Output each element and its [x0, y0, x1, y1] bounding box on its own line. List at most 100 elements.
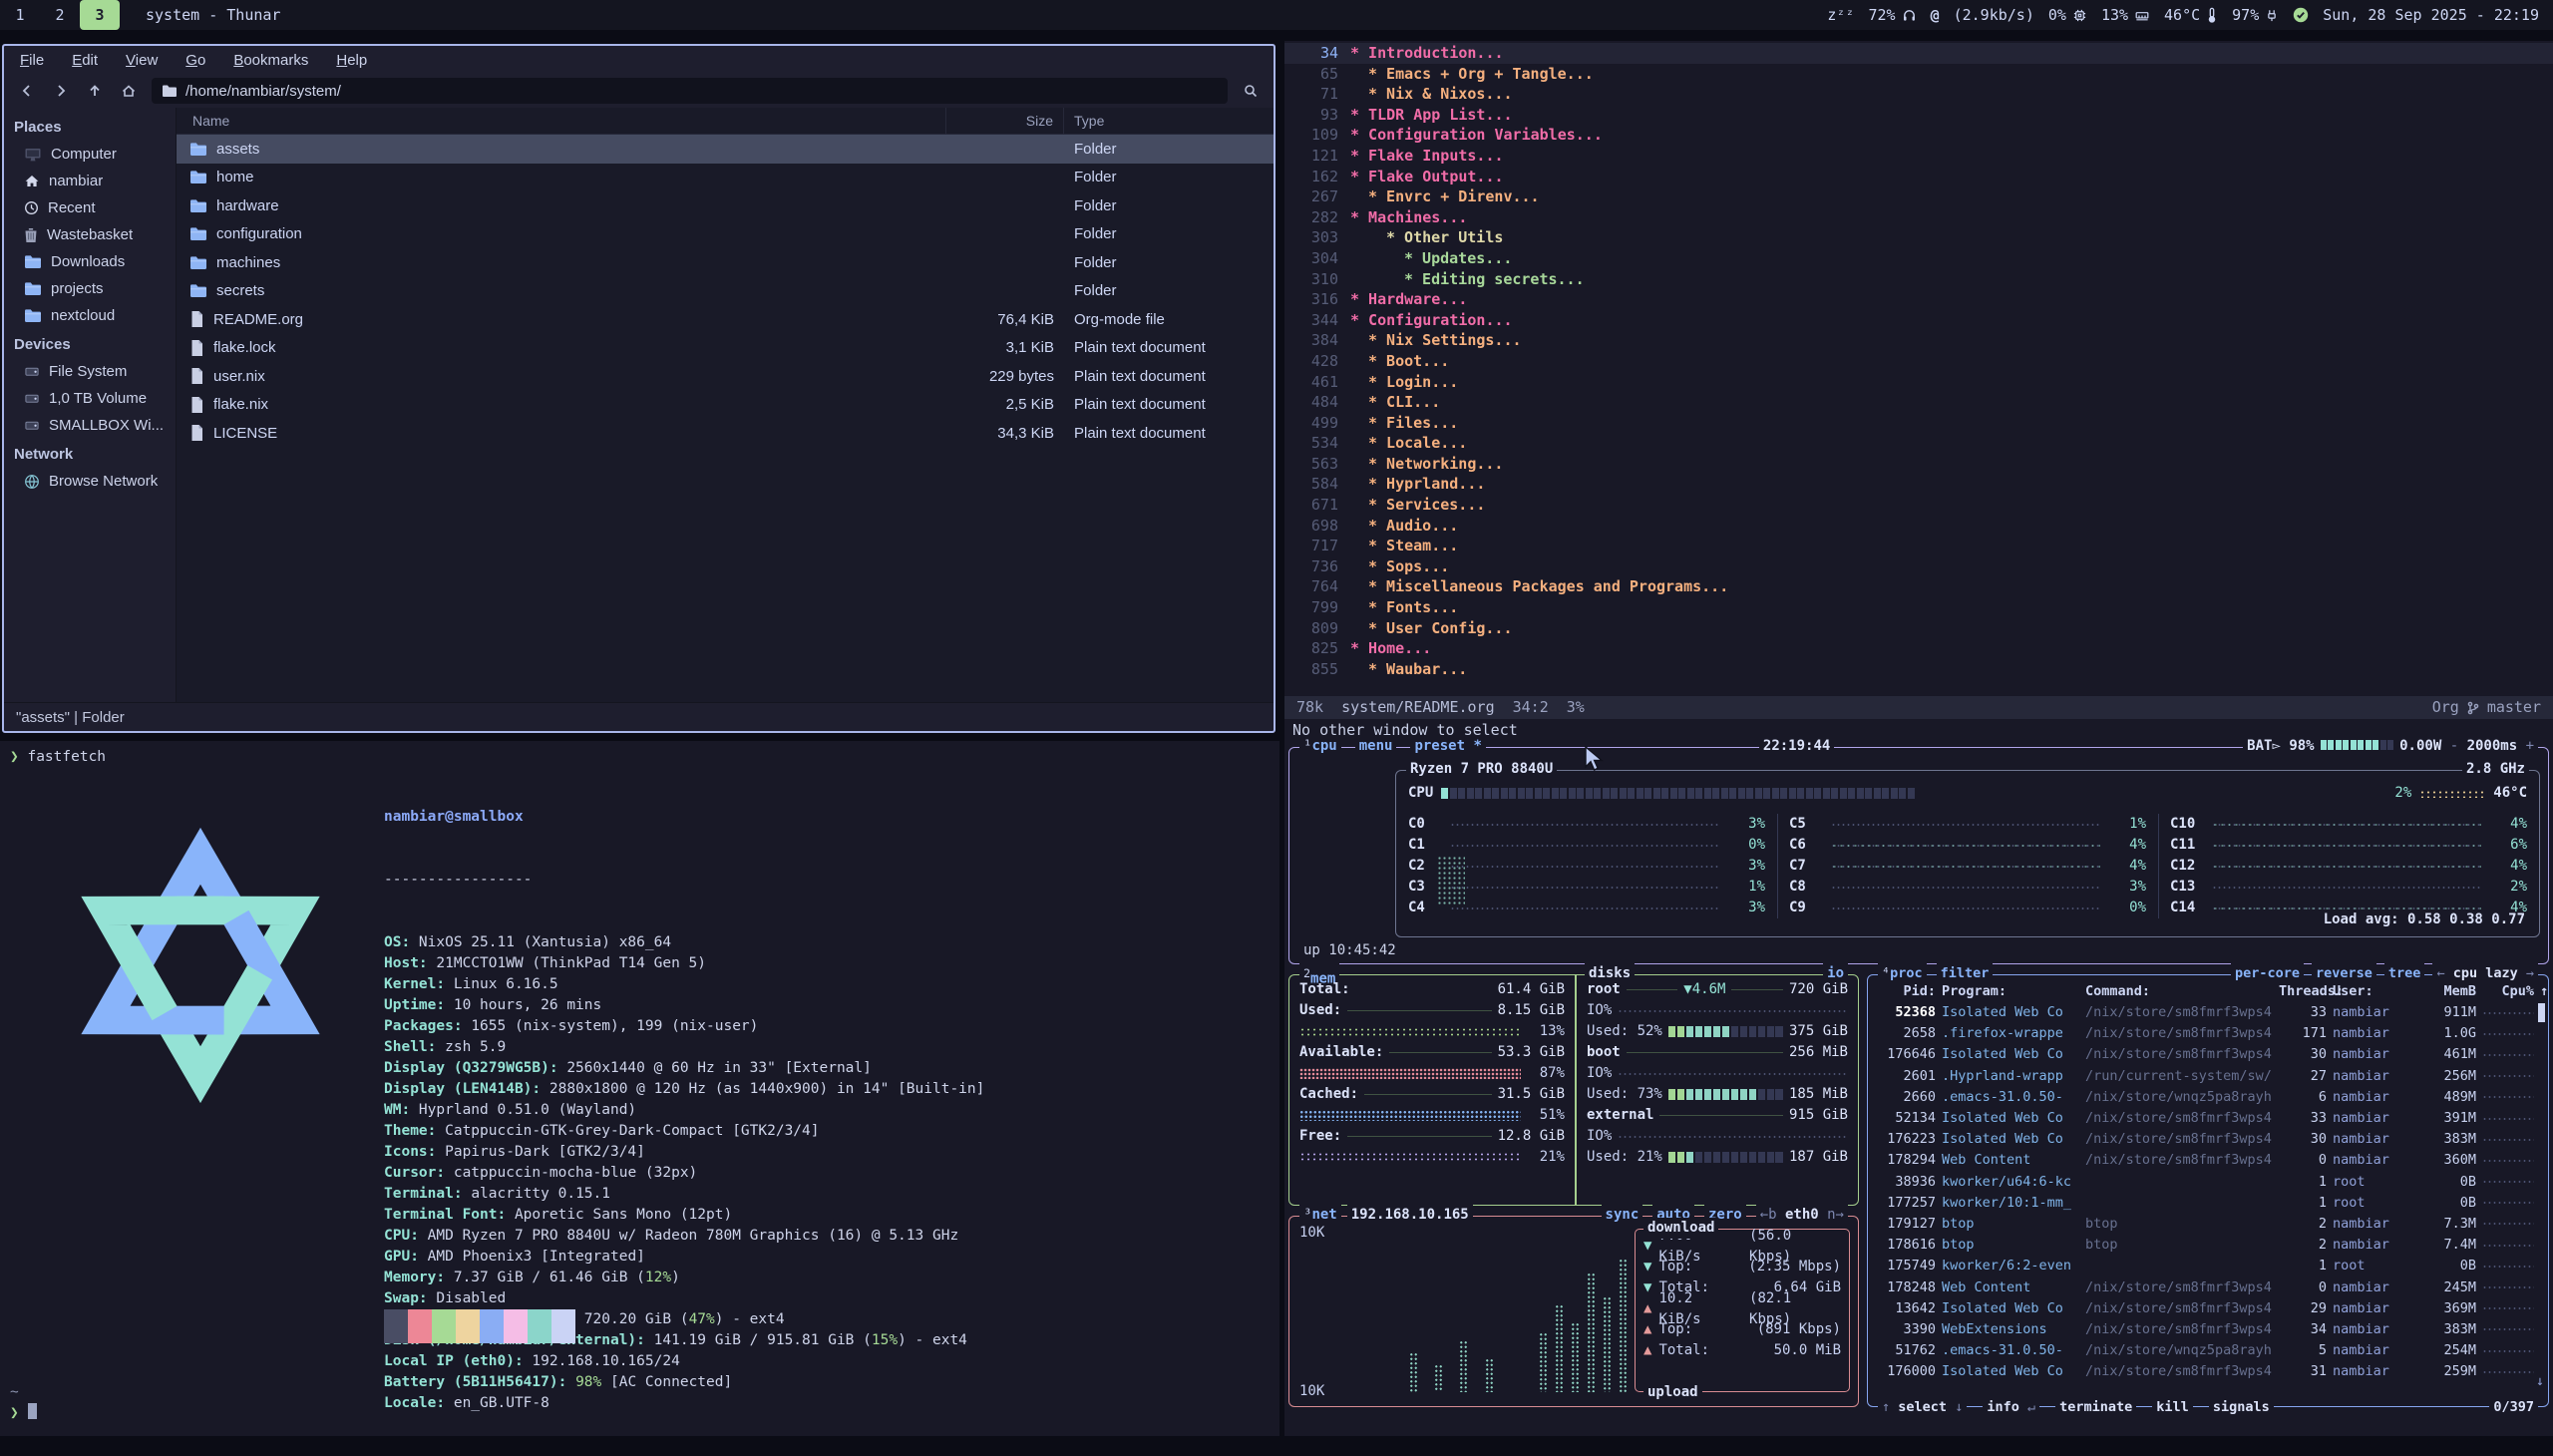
org-heading-line[interactable]: 121* Flake Inputs...	[1284, 146, 2553, 167]
org-heading-line[interactable]: 484* CLI...	[1284, 392, 2553, 413]
org-heading-line[interactable]: 316* Hardware...	[1284, 289, 2553, 310]
proc-row-13642[interactable]: 13642Isolated Web Co/nix/store/sm8fmrf3w…	[1868, 1298, 2548, 1319]
home-button[interactable]	[114, 78, 144, 104]
menu-go[interactable]: Go	[185, 52, 205, 69]
org-heading-line[interactable]: 671* Services...	[1284, 495, 2553, 516]
sidebar-item-computer[interactable]: Computer	[4, 141, 176, 168]
proc-footer-select[interactable]: ↑ select ↓	[1878, 1397, 1967, 1418]
org-heading-line[interactable]: 93* TLDR App List...	[1284, 105, 2553, 126]
org-heading-line[interactable]: 825* Home...	[1284, 638, 2553, 659]
proc-footer-terminate[interactable]: terminate	[2055, 1397, 2136, 1418]
org-heading-line[interactable]: 855* Waubar...	[1284, 659, 2553, 680]
org-heading-line[interactable]: 563* Networking...	[1284, 454, 2553, 475]
workspace-switcher[interactable]: 123	[0, 0, 120, 30]
file-row-home[interactable]: homeFolder	[177, 164, 1274, 192]
proc-row-38936[interactable]: 38936kworker/u64:6-kc1root0B0.0	[1868, 1172, 2548, 1193]
btop-window[interactable]: ¹cpumenupreset *22:19:44BAT▻ 98%0.00W - …	[1284, 741, 2553, 1436]
org-heading-line[interactable]: 310* Editing secrets...	[1284, 269, 2553, 290]
proc-row-2658[interactable]: 2658.firefox-wrappe/nix/store/sm8fmrf3wp…	[1868, 1023, 2548, 1044]
org-heading-line[interactable]: 736* Sops...	[1284, 556, 2553, 577]
column-size[interactable]: Size	[946, 108, 1064, 134]
org-heading-line[interactable]: 267* Envrc + Direnv...	[1284, 186, 2553, 207]
proc-tab[interactable]: ⁴proc	[1878, 963, 1927, 984]
sidebar-item-recent[interactable]: Recent	[4, 194, 176, 221]
shell-prompt[interactable]: ~ ❯	[10, 1382, 37, 1424]
workspace-2[interactable]: 2	[40, 0, 80, 30]
sidebar-item-1-0-tb-volume[interactable]: 1,0 TB Volume	[4, 385, 176, 412]
org-heading-line[interactable]: 764* Miscellaneous Packages and Programs…	[1284, 576, 2553, 597]
sidebar-item-projects[interactable]: projects	[4, 275, 176, 302]
file-row-license[interactable]: LICENSE34,3 KiBPlain text document	[177, 419, 1274, 448]
forward-button[interactable]	[46, 78, 76, 104]
proc-footer-kill[interactable]: kill	[2152, 1397, 2193, 1418]
org-heading-line[interactable]: 809* User Config...	[1284, 618, 2553, 639]
org-heading-line[interactable]: 65* Emacs + Org + Tangle...	[1284, 64, 2553, 85]
proc-row-2601[interactable]: 2601.Hyprland-wrapp/run/current-system/s…	[1868, 1066, 2548, 1087]
sidebar-item-browse-network[interactable]: Browse Network	[4, 468, 176, 495]
org-heading-line[interactable]: 303* Other Utils	[1284, 227, 2553, 248]
org-heading-line[interactable]: 428* Boot...	[1284, 351, 2553, 372]
proc-row-51762[interactable]: 51762.emacs-31.0.50-/nix/store/wnqz5pa8r…	[1868, 1340, 2548, 1361]
proc-button-reverse[interactable]: reverse	[2312, 963, 2376, 984]
file-row-machines[interactable]: machinesFolder	[177, 248, 1274, 277]
workspace-3[interactable]: 3	[80, 0, 120, 30]
proc-row-178616[interactable]: 178616btopbtop2nambiar7.4M0.0	[1868, 1235, 2548, 1256]
file-row-flake-nix[interactable]: flake.nix2,5 KiBPlain text document	[177, 391, 1274, 420]
proc-footer-info[interactable]: info ↵	[1983, 1397, 2039, 1418]
org-heading-line[interactable]: 534* Locale...	[1284, 433, 2553, 454]
menu-bookmarks[interactable]: Bookmarks	[233, 52, 308, 69]
column-name[interactable]: Name	[177, 108, 946, 134]
org-heading-line[interactable]: 109* Configuration Variables...	[1284, 125, 2553, 146]
proc-row-177257[interactable]: 177257kworker/10:1-mm_1root0B0.0	[1868, 1193, 2548, 1214]
org-heading-line[interactable]: 162* Flake Output...	[1284, 167, 2553, 187]
column-headers[interactable]: Name Size Type	[177, 108, 1274, 135]
proc-row-176000[interactable]: 176000Isolated Web Co/nix/store/sm8fmrf3…	[1868, 1361, 2548, 1382]
proc-sort[interactable]: ← cpu lazy →	[2432, 963, 2538, 984]
path-bar[interactable]: /home/nambiar/system/	[152, 78, 1228, 104]
proc-row-176223[interactable]: 176223Isolated Web Co/nix/store/sm8fmrf3…	[1868, 1129, 2548, 1150]
terminal-fastfetch[interactable]: ❯ fastfetch nambiar@smallbox -----------…	[0, 741, 1279, 1436]
proc-footer-signals[interactable]: signals	[2209, 1397, 2274, 1418]
menu-file[interactable]: File	[20, 52, 44, 69]
cpu-tab-2[interactable]: preset *	[1410, 736, 1485, 757]
proc-button-per-core[interactable]: per-core	[2231, 963, 2304, 984]
proc-row-52368[interactable]: 52368Isolated Web Co/nix/store/sm8fmrf3w…	[1868, 1002, 2548, 1023]
sidebar-item-nambiar[interactable]: nambiar	[4, 168, 176, 194]
org-heading-line[interactable]: 384* Nix Settings...	[1284, 330, 2553, 351]
sidebar-item-downloads[interactable]: Downloads	[4, 248, 176, 275]
file-row-configuration[interactable]: configurationFolder	[177, 220, 1274, 249]
org-heading-line[interactable]: 71* Nix & Nixos...	[1284, 84, 2553, 105]
org-heading-line[interactable]: 499* Files...	[1284, 413, 2553, 434]
workspace-1[interactable]: 1	[0, 0, 40, 30]
file-row-flake-lock[interactable]: flake.lock3,1 KiBPlain text document	[177, 334, 1274, 363]
org-heading-line[interactable]: 34* Introduction...	[1284, 43, 2553, 64]
org-heading-line[interactable]: 698* Audio...	[1284, 516, 2553, 537]
proc-row-176646[interactable]: 176646Isolated Web Co/nix/store/sm8fmrf3…	[1868, 1044, 2548, 1065]
proc-row-52134[interactable]: 52134Isolated Web Co/nix/store/sm8fmrf3w…	[1868, 1108, 2548, 1129]
up-button[interactable]	[80, 78, 110, 104]
sidebar-item-smallbox-wi-[interactable]: SMALLBOX Wi...	[4, 412, 176, 439]
proc-filter[interactable]: filter	[1937, 963, 1994, 984]
proc-row-3390[interactable]: 3390WebExtensions/nix/store/sm8fmrf3wps4…	[1868, 1319, 2548, 1340]
proc-row-175749[interactable]: 175749kworker/6:2-even1root0B0.0	[1868, 1256, 2548, 1276]
cpu-tab-0[interactable]: ¹cpu	[1299, 736, 1341, 757]
proc-row-2660[interactable]: 2660.emacs-31.0.50-/nix/store/wnqz5pa8ra…	[1868, 1087, 2548, 1108]
org-heading-line[interactable]: 461* Login...	[1284, 372, 2553, 393]
file-row-secrets[interactable]: secretsFolder	[177, 277, 1274, 306]
org-heading-line[interactable]: 344* Configuration...	[1284, 310, 2553, 331]
file-row-assets[interactable]: assetsFolder	[177, 135, 1274, 164]
org-heading-line[interactable]: 799* Fonts...	[1284, 597, 2553, 618]
proc-scrollbar[interactable]	[2538, 1003, 2545, 1022]
org-heading-line[interactable]: 717* Steam...	[1284, 536, 2553, 556]
sidebar-item-file-system[interactable]: File System	[4, 358, 176, 385]
search-button[interactable]	[1236, 78, 1266, 104]
column-type[interactable]: Type	[1064, 108, 1274, 134]
back-button[interactable]	[12, 78, 42, 104]
file-row-user-nix[interactable]: user.nix229 bytesPlain text document	[177, 362, 1274, 391]
menu-edit[interactable]: Edit	[72, 52, 98, 69]
file-row-readme-org[interactable]: README.org76,4 KiBOrg-mode file	[177, 305, 1274, 334]
menu-help[interactable]: Help	[336, 52, 367, 69]
org-heading-line[interactable]: 304* Updates...	[1284, 248, 2553, 269]
cpu-tab-1[interactable]: menu	[1355, 736, 1397, 757]
emacs-org-window[interactable]: 34* Introduction...65* Emacs + Org + Tan…	[1284, 41, 2553, 741]
